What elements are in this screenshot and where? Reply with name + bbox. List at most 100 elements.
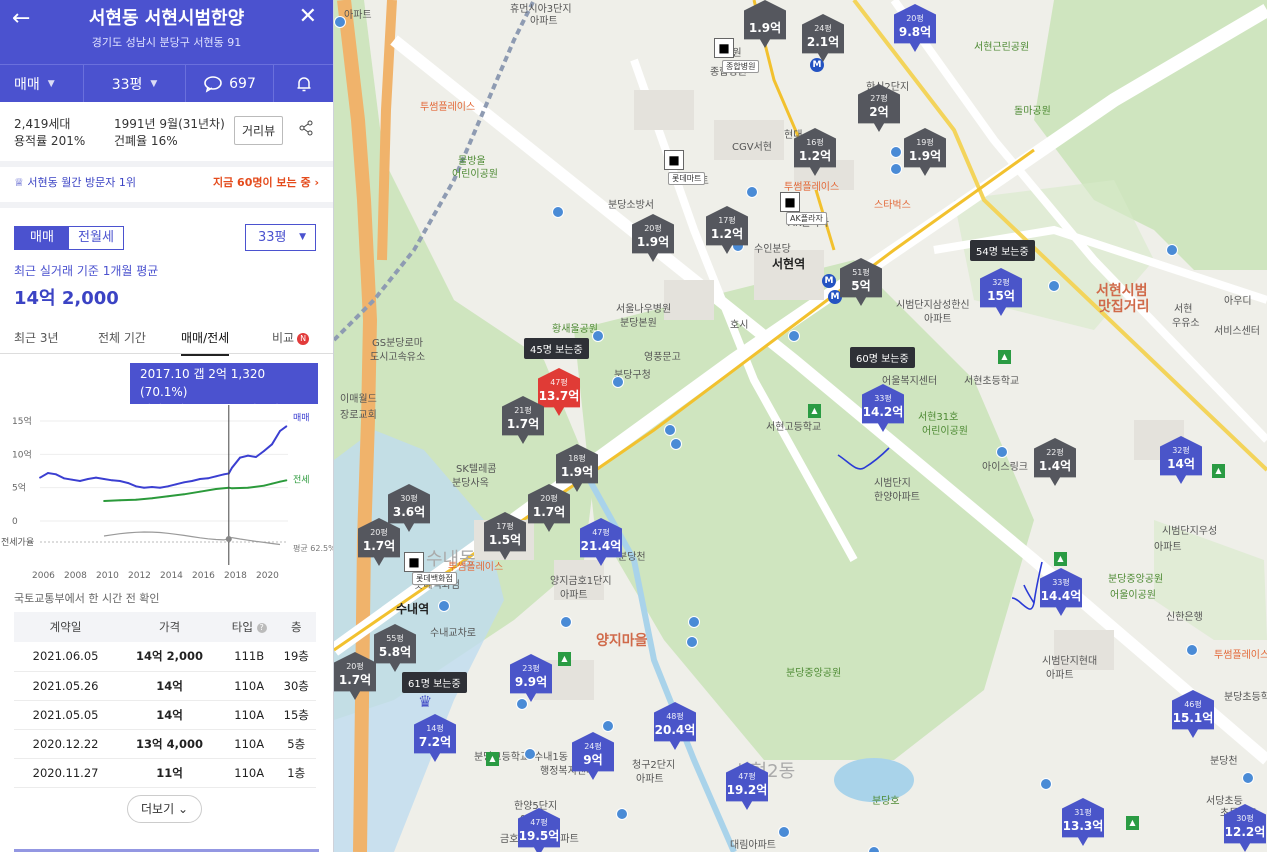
map-view[interactable]: 아파트휴먼시아3단지아파트아이원종합병원투썸플레이스롯데마트물방울어린이공원CG… — [334, 0, 1267, 852]
bus-stop-icon[interactable] — [746, 186, 758, 198]
bus-stop-icon[interactable] — [592, 330, 604, 342]
street-view-button[interactable]: 거리뷰 — [234, 116, 284, 145]
tab-compare[interactable]: 비교 N — [272, 329, 310, 346]
price-pin[interactable]: 24평 9억 — [572, 732, 614, 780]
school-flag-icon[interactable]: ▲ — [1212, 464, 1225, 478]
school-flag-icon[interactable]: ▲ — [1054, 552, 1067, 566]
price-pin[interactable]: 55평 5.8억 — [374, 624, 416, 672]
map-label: 서비스센터 — [1214, 326, 1260, 337]
bus-stop-icon[interactable] — [602, 720, 614, 732]
price-pin[interactable]: 33평 14.2억 — [862, 384, 904, 432]
subway-icon[interactable]: M — [822, 274, 836, 288]
tab-recent-3y[interactable]: 최근 3년 — [14, 329, 59, 346]
table-row[interactable]: 2020.11.27 11억 110A 1층 — [14, 758, 316, 788]
poi-icon[interactable]: ■ — [780, 192, 800, 212]
poi-icon[interactable]: ■ — [714, 38, 734, 58]
bus-stop-icon[interactable] — [788, 330, 800, 342]
close-icon[interactable]: ✕ — [299, 4, 317, 29]
poi-icon[interactable]: ■ — [664, 150, 684, 170]
toggle-sale[interactable]: 매매 — [15, 227, 69, 249]
bus-stop-icon[interactable] — [688, 616, 700, 628]
bus-stop-icon[interactable] — [1166, 244, 1178, 256]
price-pin[interactable]: 20평 1.7억 — [528, 484, 570, 532]
bus-stop-icon[interactable] — [616, 808, 628, 820]
bus-stop-icon[interactable] — [686, 636, 698, 648]
price-pin[interactable]: 20평 9.8억 — [894, 4, 936, 52]
bus-stop-icon[interactable] — [612, 376, 624, 388]
bus-stop-icon[interactable] — [890, 146, 902, 158]
price-pin[interactable]: 32평 14억 — [1160, 436, 1202, 484]
price-pin[interactable]: 22평 1.4억 — [1034, 438, 1076, 486]
bus-stop-icon[interactable] — [334, 16, 346, 28]
size-select[interactable]: 33평 ▼ — [84, 65, 186, 102]
price-pin[interactable]: 16평 1.2억 — [794, 128, 836, 176]
poi-tag[interactable]: AK플라자 — [786, 212, 827, 225]
tab-sale-rent[interactable]: 매매/전세 — [181, 329, 230, 356]
bus-stop-icon[interactable] — [778, 826, 790, 838]
price-pin[interactable]: 31평 13.3억 — [1062, 798, 1104, 846]
bus-stop-icon[interactable] — [524, 748, 536, 760]
school-flag-icon[interactable]: ▲ — [998, 350, 1011, 364]
poi-tag[interactable]: 롯데백화점 — [412, 572, 457, 585]
table-row[interactable]: 2021.05.26 14억 110A 30층 — [14, 671, 316, 701]
bus-stop-icon[interactable] — [670, 438, 682, 450]
notification-button[interactable] — [274, 65, 333, 102]
price-pin[interactable]: 24평 2.1억 — [802, 14, 844, 62]
table-row[interactable]: 2021.05.05 14억 110A 15층 — [14, 700, 316, 730]
tab-all-period[interactable]: 전체 기간 — [98, 329, 146, 346]
price-pin[interactable]: 19평 1.9억 — [904, 128, 946, 176]
school-flag-icon[interactable]: ▲ — [1126, 816, 1139, 830]
table-row[interactable]: 2021.06.05 14억 2,000 111B 19층 — [14, 642, 316, 672]
bus-stop-icon[interactable] — [1048, 280, 1060, 292]
price-pin[interactable]: 17평 1.2억 — [706, 206, 748, 254]
school-flag-icon[interactable]: ▲ — [486, 752, 499, 766]
price-pin[interactable]: 20평 1.7억 — [334, 652, 376, 700]
bus-stop-icon[interactable] — [438, 600, 450, 612]
price-pin[interactable]: 23평 9.9억 — [510, 654, 552, 702]
price-pin[interactable]: 47평 19.2억 — [726, 762, 768, 810]
cell-type: 110A — [221, 700, 277, 730]
price-pin[interactable]: 20평 1.7억 — [358, 518, 400, 566]
school-flag-icon[interactable]: ▲ — [808, 404, 821, 418]
price-pin[interactable]: 47평 21.4억 — [580, 518, 622, 566]
price-chart[interactable]: 15억 10억 5억 0 2006 2008 2010 2012 2014 2016 2018 202… — [0, 405, 334, 585]
toggle-rent[interactable]: 전월세 — [69, 227, 123, 249]
share-icon[interactable] — [298, 120, 314, 140]
bus-stop-icon[interactable] — [664, 424, 676, 436]
price-pin[interactable]: 17평 1.5억 — [484, 512, 526, 560]
price-pin[interactable]: 20평 1.9억 — [632, 214, 674, 262]
price-pin[interactable]: 1.9억 — [744, 0, 786, 48]
series-point — [175, 483, 177, 486]
price-pin[interactable]: 33평 14.4억 — [1040, 568, 1082, 616]
bus-stop-icon[interactable] — [996, 446, 1008, 458]
trade-type-select[interactable]: 매매 ▼ — [0, 65, 84, 102]
school-flag-icon[interactable]: ▲ — [558, 652, 571, 666]
poi-tag[interactable]: 종합병원 — [722, 60, 760, 73]
bus-stop-icon[interactable] — [1186, 644, 1198, 656]
price-pin[interactable]: 32평 15억 — [980, 268, 1022, 316]
help-icon[interactable]: ? — [256, 622, 267, 633]
price-pin[interactable]: 51평 5억 — [840, 258, 882, 306]
price-pin[interactable]: 47평 19.5억 — [518, 808, 560, 852]
chart-size-select[interactable]: 33평 ▼ — [245, 224, 316, 251]
price-pin[interactable]: 48평 20.4억 — [654, 702, 696, 750]
x-tick-label: 2010 — [96, 571, 119, 581]
table-row[interactable]: 2020.12.22 13억 4,000 110A 5층 — [14, 729, 316, 759]
bus-stop-icon[interactable] — [560, 616, 572, 628]
price-pin[interactable]: 14평 7.2억 — [414, 714, 456, 762]
visitor-banner[interactable]: ♕ 서현동 월간 방문자 1위 지금 60명이 보는 중 › — [14, 174, 319, 190]
comments-button[interactable]: 697 — [186, 65, 274, 102]
bus-stop-icon[interactable] — [890, 163, 902, 175]
price-pin[interactable]: 47평 13.7억 — [538, 368, 580, 416]
poi-icon[interactable]: ■ — [404, 552, 424, 572]
bus-stop-icon[interactable] — [868, 846, 880, 852]
bus-stop-icon[interactable] — [1242, 772, 1254, 784]
poi-tag[interactable]: 롯데마트 — [668, 172, 706, 185]
price-pin[interactable]: 30평 12.2억 — [1224, 804, 1266, 852]
bus-stop-icon[interactable] — [552, 206, 564, 218]
more-button[interactable]: 더보기 ⌄ — [127, 795, 202, 823]
price-pin[interactable]: 46평 15.1억 — [1172, 690, 1214, 738]
price-pin[interactable]: 21평 1.7억 — [502, 396, 544, 444]
price-pin[interactable]: 27평 2억 — [858, 84, 900, 132]
bus-stop-icon[interactable] — [1040, 778, 1052, 790]
